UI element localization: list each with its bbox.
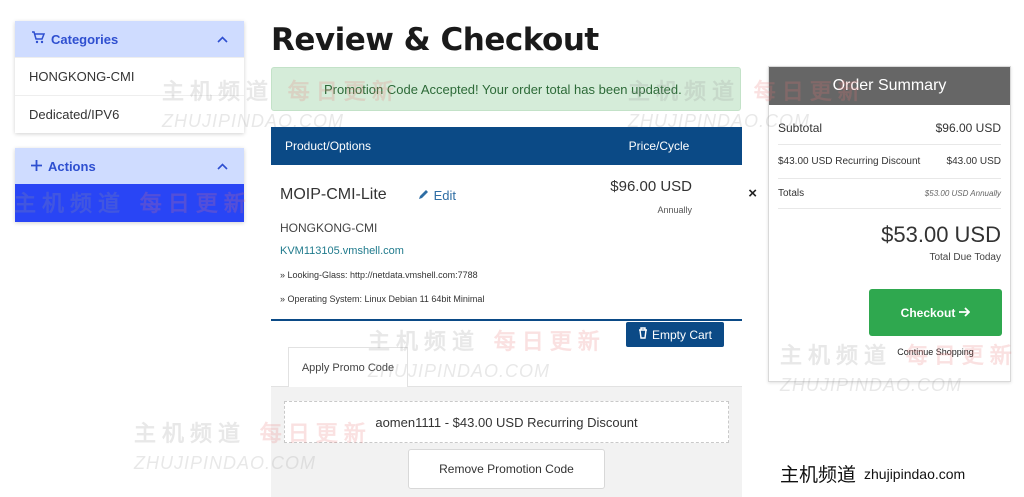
product-option-looking-glass: » Looking-Glass: http://netdata.vmshell.… <box>280 270 478 280</box>
subtotal-row: Subtotal $96.00 USD <box>778 111 1001 145</box>
totals-row: Totals $53.00 USD Annually <box>778 179 1001 209</box>
page-title: Review & Checkout <box>271 22 599 58</box>
tab-apply-promo-code[interactable]: Apply Promo Code <box>288 347 408 387</box>
edit-product-link[interactable]: Edit <box>418 188 456 203</box>
product-group: HONGKONG-CMI <box>280 221 378 235</box>
empty-cart-label: Empty Cart <box>651 327 712 342</box>
discount-label: $43.00 USD Recurring Discount <box>778 156 921 167</box>
actions-panel: Actions <box>15 148 244 222</box>
watermark-cn-red: 每日更新 <box>493 329 606 355</box>
product-options-header: Product/Options <box>285 139 372 153</box>
product-option-os: » Operating System: Linux Debian 11 64bi… <box>280 294 485 304</box>
empty-cart-button[interactable]: Empty Cart <box>626 322 724 347</box>
trash-icon <box>638 327 648 342</box>
actions-title: Actions <box>48 158 96 174</box>
site-badge: 主机频道 zhujipindao.com <box>780 460 965 487</box>
pencil-icon <box>418 188 434 203</box>
order-summary: Order Summary Subtotal $96.00 USD $43.00… <box>768 66 1011 382</box>
watermark-cn-gray: 主机频道 <box>134 421 247 447</box>
promo-accepted-alert: Promotion Code Accepted! Your order tota… <box>271 67 741 111</box>
site-badge-cn: 主机频道 <box>780 464 857 486</box>
edit-label: Edit <box>433 188 457 203</box>
checkout-button[interactable]: Checkout <box>869 289 1002 336</box>
arrow-right-icon <box>959 306 971 320</box>
total-amount: $53.00 USD <box>881 222 1001 247</box>
remove-item-icon[interactable]: × <box>748 185 757 202</box>
product-price: $96.00 USD <box>610 178 692 195</box>
chevron-up-icon[interactable] <box>217 32 228 46</box>
price-cycle-header: Price/Cycle <box>628 139 690 153</box>
product-name: MOIP-CMI-Lite <box>280 186 387 203</box>
actions-body <box>15 184 244 222</box>
categories-header[interactable]: Categories <box>15 21 244 57</box>
cart-icon <box>31 31 46 47</box>
sidebar-item-dedicated-ipv6[interactable]: Dedicated/IPV6 <box>15 95 244 133</box>
discount-value: $43.00 USD <box>946 156 1001 167</box>
continue-shopping-link[interactable]: Continue Shopping <box>869 347 1002 357</box>
totals-value: $53.00 USD Annually <box>924 189 1001 198</box>
product-domain: KVM113105.vmshell.com <box>280 245 404 257</box>
categories-title: Categories <box>51 31 119 47</box>
total-due-label: Total Due Today <box>929 252 1001 263</box>
product-cycle: Annually <box>657 205 692 215</box>
cart-item-row: MOIP-CMI-Lite Edit HONGKONG-CMI KVM11310… <box>271 165 757 321</box>
discount-row: $43.00 USD Recurring Discount $43.00 USD <box>778 145 1001 179</box>
categories-panel: Categories HONGKONG-CMI Dedicated/IPV6 <box>15 21 244 133</box>
order-summary-title: Order Summary <box>769 67 1010 105</box>
totals-label: Totals <box>778 188 805 199</box>
plus-icon <box>31 158 42 174</box>
applied-promo-code: aomen1111 - $43.00 USD Recurring Discoun… <box>284 401 729 443</box>
site-badge-en: zhujipindao.com <box>864 465 966 482</box>
actions-header[interactable]: Actions <box>15 148 244 184</box>
sidebar-item-hongkong-cmi[interactable]: HONGKONG-CMI <box>15 57 244 95</box>
cart-table-header: Product/Options Price/Cycle <box>271 127 742 165</box>
checkout-label: Checkout <box>900 305 956 320</box>
subtotal-value: $96.00 USD <box>935 120 1001 135</box>
chevron-up-icon[interactable] <box>217 159 228 173</box>
subtotal-label: Subtotal <box>778 120 823 135</box>
remove-promotion-button[interactable]: Remove Promotion Code <box>408 449 605 489</box>
